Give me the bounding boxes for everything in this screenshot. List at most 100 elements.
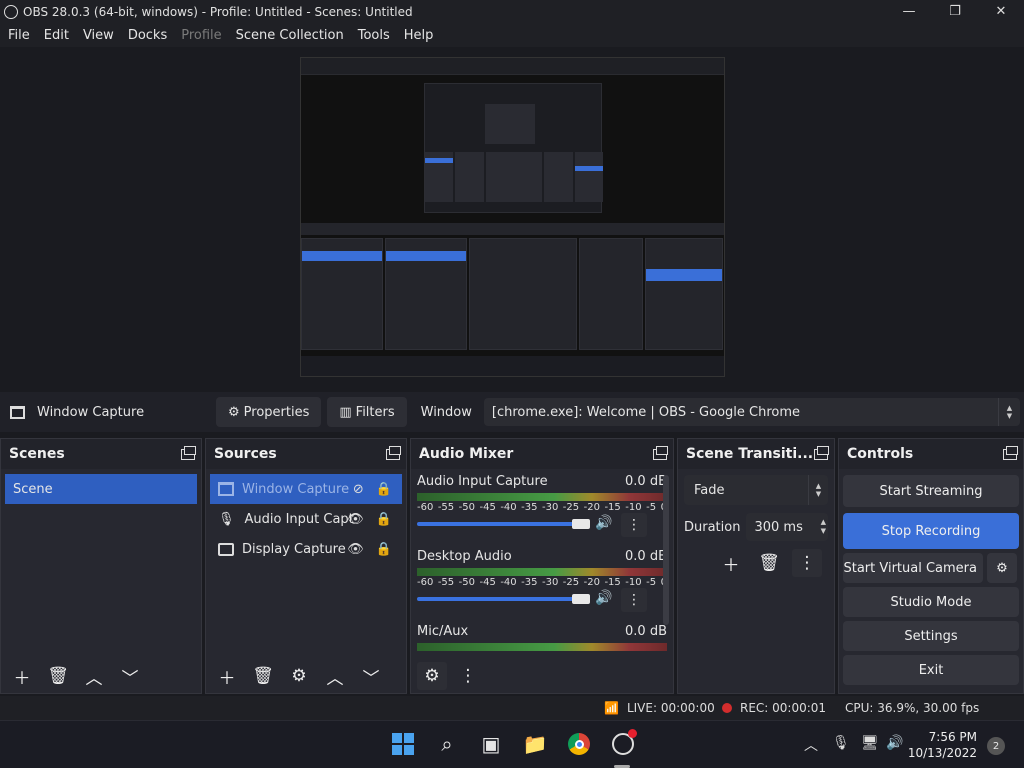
window-select[interactable]: [chrome.exe]: Welcome | OBS - Google Chr… xyxy=(483,398,1020,426)
volume-meter xyxy=(417,643,667,651)
audio-mixer-title: Audio Mixer xyxy=(419,446,514,462)
scene-transitions-dock: Scene Transiti... Fade ▲ ▼ Duration 300 m… xyxy=(677,438,835,694)
plus-icon: ＋ xyxy=(218,668,236,689)
mixer-menu-button[interactable]: ⋮ xyxy=(453,662,483,690)
fader-knob[interactable] xyxy=(572,519,590,529)
live-time: LIVE: 00:00:00 xyxy=(626,701,715,715)
preview-titlebar xyxy=(301,58,724,67)
transition-toolbar: ＋ 🗑 ⋮ xyxy=(716,549,834,577)
remove-source-button[interactable]: 🗑 xyxy=(248,662,278,690)
windows-start-icon[interactable] xyxy=(391,732,415,756)
add-scene-button[interactable]: ＋ xyxy=(7,662,37,690)
notification-badge[interactable]: 2 xyxy=(987,737,1005,755)
eye-icon[interactable]: 👁 xyxy=(347,512,364,527)
menu-view[interactable]: View xyxy=(78,28,119,43)
obs-taskbar-icon[interactable] xyxy=(611,729,637,756)
studio-mode-button[interactable]: Studio Mode xyxy=(843,587,1019,617)
scenes-header: Scenes xyxy=(1,439,201,469)
fader-knob[interactable] xyxy=(572,594,590,604)
menu-help[interactable]: Help xyxy=(399,28,439,43)
audio-mixer-dock: Audio Mixer Audio Input Capture 0.0 dB -6… xyxy=(410,438,674,694)
mixer-scrollbar[interactable] xyxy=(663,475,669,625)
eye-hidden-icon[interactable]: ⊘ xyxy=(353,482,364,497)
properties-button[interactable]: ⚙ Properties xyxy=(216,397,322,427)
search-icon[interactable]: ⌕ xyxy=(435,732,459,756)
volume-fader[interactable]: 🔊 ⋮ xyxy=(417,588,667,612)
menu-tools[interactable]: Tools xyxy=(353,28,395,43)
float-dock-icon[interactable] xyxy=(1003,445,1018,460)
source-properties-button[interactable]: ⚙ xyxy=(284,662,314,690)
duration-spinbox[interactable]: 300 ms ▲ ▼ xyxy=(746,513,828,541)
float-dock-icon[interactable] xyxy=(814,445,829,460)
remove-scene-button[interactable]: 🗑 xyxy=(43,662,73,690)
scene-item[interactable]: Scene xyxy=(5,474,197,504)
volume-meter xyxy=(417,568,667,576)
file-explorer-icon[interactable]: 📁 xyxy=(523,732,548,756)
start-virtual-camera-button[interactable]: Start Virtual Camera xyxy=(843,553,983,583)
preview-docks xyxy=(301,238,724,350)
volume-fader[interactable]: 🔊 ⋮ xyxy=(417,513,667,537)
move-source-up-button[interactable]: ︿ xyxy=(320,662,350,690)
filters-button[interactable]: ▥ Filters xyxy=(327,397,407,427)
lock-icon[interactable]: 🔒 xyxy=(376,542,392,557)
duration-value: 300 ms xyxy=(754,519,803,535)
float-dock-icon[interactable] xyxy=(386,445,401,460)
menu-scene-collection[interactable]: Scene Collection xyxy=(231,28,349,43)
spin-arrows-icon[interactable]: ▲ ▼ xyxy=(821,513,826,541)
more-options-icon[interactable]: ⋮ xyxy=(621,588,647,612)
exit-button[interactable]: Exit xyxy=(843,655,1019,685)
microphone-tray-icon[interactable]: 🎙 xyxy=(832,735,850,751)
float-dock-icon[interactable] xyxy=(181,445,196,460)
source-item-label: Audio Input Capt xyxy=(244,511,354,527)
move-scene-down-button[interactable]: ﹀ xyxy=(115,662,145,690)
move-source-down-button[interactable]: ﹀ xyxy=(356,662,386,690)
preview-canvas[interactable] xyxy=(300,57,725,377)
close-button[interactable]: ✕ xyxy=(978,0,1024,23)
gear-icon: ⚙ xyxy=(996,560,1008,576)
transition-select[interactable]: Fade ▲ ▼ xyxy=(684,475,828,505)
channel-level: 0.0 dB xyxy=(625,549,667,564)
system-clock[interactable]: 7:56 PM 10/13/2022 xyxy=(908,729,977,761)
virtual-camera-settings-button[interactable]: ⚙ xyxy=(987,553,1017,583)
selected-source: Window Capture xyxy=(10,405,210,420)
menu-file[interactable]: File xyxy=(3,28,35,43)
more-options-icon[interactable]: ⋮ xyxy=(621,513,647,537)
move-scene-up-button[interactable]: ︿ xyxy=(79,662,109,690)
chevron-up-icon: ︿ xyxy=(326,668,344,689)
maximize-button[interactable]: ❐ xyxy=(932,0,978,23)
source-item-display-capture[interactable]: Display Capture 👁 🔒 xyxy=(210,534,402,564)
channel-name: Mic/Aux xyxy=(417,624,469,639)
speaker-icon[interactable]: 🔊 xyxy=(595,590,612,606)
gear-icon: ⚙ xyxy=(228,404,240,420)
minimize-button[interactable]: — xyxy=(886,0,932,23)
channel-name: Desktop Audio xyxy=(417,549,512,564)
settings-button[interactable]: Settings xyxy=(843,621,1019,651)
add-transition-button[interactable]: ＋ xyxy=(716,549,746,577)
transition-menu-button[interactable]: ⋮ xyxy=(792,549,822,577)
channel-level: 0.0 dB xyxy=(625,474,667,489)
preview-area[interactable] xyxy=(0,47,1024,392)
menu-profile[interactable]: Profile xyxy=(176,28,226,43)
advanced-audio-button[interactable]: ⚙ xyxy=(417,662,447,690)
remove-transition-button[interactable]: 🗑 xyxy=(754,549,784,577)
float-dock-icon[interactable] xyxy=(653,445,668,460)
start-streaming-button[interactable]: Start Streaming xyxy=(843,475,1019,507)
menu-edit[interactable]: Edit xyxy=(39,28,74,43)
add-source-button[interactable]: ＋ xyxy=(212,662,242,690)
volume-tray-icon[interactable]: 🔊 xyxy=(886,735,903,751)
speaker-icon[interactable]: 🔊 xyxy=(595,515,612,531)
gears-icon: ⚙ xyxy=(424,666,440,686)
window-label: Window xyxy=(420,404,472,420)
select-arrows-icon: ▲ ▼ xyxy=(997,398,1020,426)
menu-docks[interactable]: Docks xyxy=(123,28,172,43)
lock-icon[interactable]: 🔒 xyxy=(376,482,392,497)
task-view-icon[interactable]: ▣ xyxy=(479,732,503,756)
lock-icon[interactable]: 🔒 xyxy=(376,512,392,527)
show-hidden-icons-icon[interactable]: ︿ xyxy=(804,735,818,755)
eye-icon[interactable]: 👁 xyxy=(347,542,364,557)
chrome-icon[interactable] xyxy=(567,732,591,756)
source-item-audio-input[interactable]: 🎙 Audio Input Capt 👁 🔒 xyxy=(210,504,402,534)
stop-recording-button[interactable]: Stop Recording xyxy=(843,513,1019,549)
source-item-window-capture[interactable]: Window Capture ⊘ 🔒 xyxy=(210,474,402,504)
network-icon[interactable]: 🖥 xyxy=(861,735,879,751)
